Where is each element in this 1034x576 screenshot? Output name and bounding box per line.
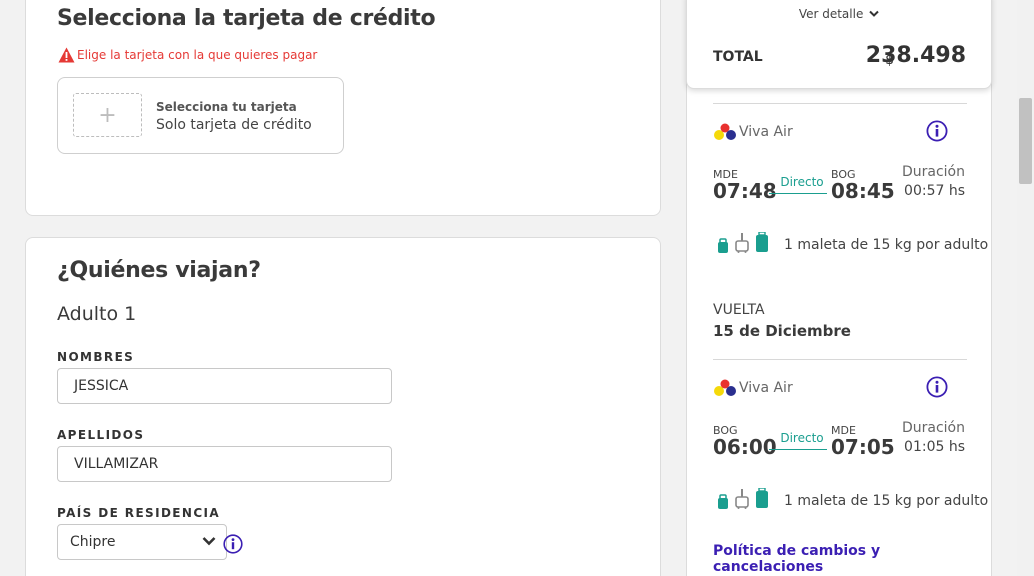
- select-card-title: Selecciona tu tarjeta: [156, 100, 297, 114]
- baggage-icons: [717, 232, 775, 253]
- adult-label: Adulto 1: [57, 303, 137, 325]
- dest-time: 07:05: [831, 435, 895, 459]
- airline: Viva Air: [713, 378, 793, 398]
- select-card-button[interactable]: + Selecciona tu tarjeta Solo tarjeta de …: [57, 77, 344, 154]
- apellidos-input[interactable]: VILLAMIZAR: [57, 446, 392, 482]
- payment-warning-text: Elige la tarjeta con la que quieres paga…: [77, 48, 318, 62]
- flight-type: Directo: [780, 431, 824, 445]
- info-icon[interactable]: [926, 376, 948, 398]
- route-line: [769, 193, 827, 194]
- baggage-icons: [717, 488, 775, 509]
- airline-name: Viva Air: [739, 380, 793, 396]
- carry-on-icon: [735, 489, 749, 509]
- carry-on-icon: [735, 233, 749, 253]
- add-card-icon: +: [73, 93, 142, 137]
- flights-card: Viva Air MDE 07:48 Directo BOG 08:45 Dur…: [686, 80, 992, 576]
- info-icon[interactable]: [926, 120, 948, 142]
- baggage-text: 1 maleta de 15 kg por adulto: [784, 237, 989, 253]
- airline: Viva Air: [713, 122, 793, 142]
- chevron-down-icon: [869, 10, 879, 17]
- ver-detalle-label: Ver detalle: [798, 7, 864, 21]
- return-date: 15 de Diciembre: [713, 322, 851, 340]
- pais-value: Chipre: [70, 534, 116, 550]
- duration-value: 01:05 hs: [904, 439, 965, 455]
- nombres-label: NOMBRES: [57, 350, 135, 364]
- pais-label: PAÍS DE RESIDENCIA: [57, 506, 221, 520]
- origin-time: 06:00: [713, 435, 777, 459]
- flight-type: Directo: [780, 175, 824, 189]
- duration-label: Duración: [901, 164, 965, 180]
- payment-card: Selecciona la tarjeta de crédito Elige l…: [25, 0, 661, 216]
- total-value: 238.498: [865, 43, 966, 68]
- personal-item-icon: [718, 238, 728, 253]
- warning-icon: [58, 47, 75, 63]
- airline-name: Viva Air: [739, 124, 793, 140]
- payment-warning: Elige la tarjeta con la que quieres paga…: [58, 47, 317, 63]
- checked-bag-icon: [756, 232, 768, 252]
- pais-select[interactable]: Chipre: [57, 524, 227, 560]
- return-label: VUELTA: [713, 302, 765, 318]
- dest-time: 08:45: [831, 179, 895, 203]
- scrollbar-thumb[interactable]: [1019, 98, 1032, 184]
- divider: [713, 359, 967, 360]
- viva-air-logo-icon: [714, 123, 736, 140]
- baggage-text: 1 maleta de 15 kg por adulto: [784, 493, 989, 509]
- divider: [713, 103, 967, 104]
- personal-item-icon: [718, 494, 728, 509]
- checked-bag-icon: [756, 488, 768, 508]
- travelers-card: ¿Quiénes viajan? Adulto 1 NOMBRES JESSIC…: [25, 237, 661, 576]
- travelers-title: ¿Quiénes viajan?: [57, 258, 261, 283]
- policy-link[interactable]: Política de cambios y cancelaciones: [713, 543, 991, 575]
- route-line: [769, 449, 827, 450]
- origin-time: 07:48: [713, 179, 777, 203]
- nombres-input[interactable]: JESSICA: [57, 368, 392, 404]
- duration-value: 00:57 hs: [904, 183, 965, 199]
- select-card-subtitle: Solo tarjeta de crédito: [156, 117, 312, 133]
- chevron-down-icon: [202, 537, 216, 546]
- info-icon[interactable]: [223, 534, 243, 554]
- total-label: TOTAL: [713, 49, 763, 65]
- payment-title: Selecciona la tarjeta de crédito: [57, 6, 436, 31]
- ver-detalle-toggle[interactable]: Ver detalle: [687, 7, 991, 21]
- apellidos-label: APELLIDOS: [57, 428, 145, 442]
- price-summary: Ver detalle TOTAL $ 238.498: [686, 0, 992, 89]
- duration-label: Duración: [901, 420, 965, 436]
- scrollbar[interactable]: [1017, 0, 1034, 576]
- viva-air-logo-icon: [714, 379, 736, 396]
